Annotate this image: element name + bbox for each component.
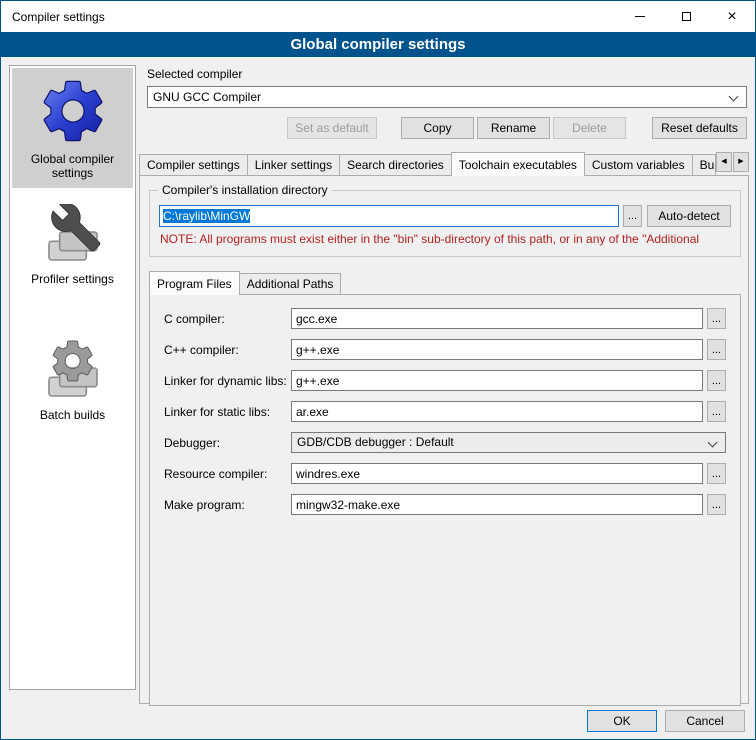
make-program-label: Make program: [164,498,291,512]
install-dir-selected-text: C:\raylib\MinGW [163,209,250,223]
close-icon: × [727,9,736,25]
field-row-debugger: Debugger: GDB/CDB debugger : Default [164,432,726,453]
install-dir-note: NOTE: All programs must exist either in … [160,232,731,246]
ok-button[interactable]: OK [587,710,657,732]
rename-button[interactable]: Rename [477,117,550,139]
make-program-input[interactable] [291,494,703,515]
maximize-button[interactable] [663,1,709,32]
resource-compiler-label: Resource compiler: [164,467,291,481]
chevron-down-icon [729,92,739,102]
linker-dynamic-browse-button[interactable]: ... [707,370,726,391]
field-row-make-program: Make program: ... [164,494,726,515]
tab-additional-paths[interactable]: Additional Paths [239,273,342,294]
gear-icon [14,74,131,148]
install-dir-browse-button[interactable]: ... [623,205,642,227]
program-tabs: Program Files Additional Paths [149,271,741,294]
field-row-c-compiler: C compiler: ... [164,308,726,329]
field-row-resource-compiler: Resource compiler: ... [164,463,726,484]
resource-compiler-input[interactable] [291,463,703,484]
c-compiler-label: C compiler: [164,312,291,326]
batch-builds-icon [14,340,131,404]
tab-scroll-buttons: ◀ ▶ [715,152,749,172]
window-controls: × [617,1,755,32]
linker-dynamic-input[interactable] [291,370,703,391]
sidebar-item-label: Global compiler settings [14,152,131,180]
close-button[interactable]: × [709,1,755,32]
tab-linker-settings[interactable]: Linker settings [247,154,340,175]
installation-directory-group-title: Compiler's installation directory [158,183,332,197]
field-row-linker-static: Linker for static libs: ... [164,401,726,422]
resource-compiler-browse-button[interactable]: ... [707,463,726,484]
arrow-right-icon: ▶ [738,158,743,165]
tab-custom-variables[interactable]: Custom variables [584,154,693,175]
linker-static-browse-button[interactable]: ... [707,401,726,422]
linker-static-input[interactable] [291,401,703,422]
settings-tabs: Compiler settings Linker settings Search… [139,152,749,175]
installation-directory-row: C:\raylib\MinGW ... Auto-detect [159,205,731,227]
dialog-footer: OK Cancel [587,710,745,732]
tab-scroll-left-button[interactable]: ◀ [716,152,732,172]
page-title: Global compiler settings [1,32,755,57]
titlebar: Compiler settings × [1,1,755,32]
set-as-default-button: Set as default [287,117,377,139]
sidebar-item-batch-builds[interactable]: Batch builds [12,334,133,430]
tab-compiler-settings[interactable]: Compiler settings [139,154,248,175]
minimize-icon [635,16,645,17]
program-files-panel: C compiler: ... C++ compiler: ... Linker… [149,294,741,706]
toolchain-executables-panel: Compiler's installation directory C:\ray… [139,175,749,704]
cpp-compiler-browse-button[interactable]: ... [707,339,726,360]
c-compiler-browse-button[interactable]: ... [707,308,726,329]
debugger-select[interactable]: GDB/CDB debugger : Default [291,432,726,453]
auto-detect-button[interactable]: Auto-detect [647,205,731,227]
debugger-label: Debugger: [164,436,291,450]
dialog-content: Global compiler settings Profiler settin… [1,57,755,740]
debugger-value: GDB/CDB debugger : Default [297,435,454,449]
sidebar-item-label: Batch builds [14,408,131,422]
installation-directory-group: Compiler's installation directory C:\ray… [149,190,741,257]
tab-search-directories[interactable]: Search directories [339,154,452,175]
sidebar-item-global-compiler-settings[interactable]: Global compiler settings [12,68,133,188]
compiler-actions: Set as default Copy Rename Delete Reset … [139,117,747,139]
linker-static-label: Linker for static libs: [164,405,291,419]
tab-toolchain-executables[interactable]: Toolchain executables [451,152,585,176]
sidebar-item-label: Profiler settings [14,272,131,286]
cancel-button[interactable]: Cancel [665,710,745,732]
field-row-linker-dynamic: Linker for dynamic libs: ... [164,370,726,391]
selected-compiler-value: GNU GCC Compiler [153,90,261,104]
make-program-browse-button[interactable]: ... [707,494,726,515]
selected-compiler-label: Selected compiler [147,67,749,81]
copy-button[interactable]: Copy [401,117,474,139]
compiler-settings-dialog: Compiler settings × Global compiler sett… [0,0,756,740]
install-dir-input[interactable]: C:\raylib\MinGW [159,205,619,227]
tab-build-options[interactable]: Build [692,154,716,175]
selected-compiler-dropdown[interactable]: GNU GCC Compiler [147,86,747,108]
window-title: Compiler settings [1,10,617,24]
arrow-left-icon: ◀ [721,158,726,165]
tab-program-files[interactable]: Program Files [149,271,240,295]
reset-defaults-button[interactable]: Reset defaults [652,117,747,139]
linker-dynamic-label: Linker for dynamic libs: [164,374,291,388]
settings-sidebar: Global compiler settings Profiler settin… [9,65,136,690]
tab-scroll-right-button[interactable]: ▶ [733,152,749,172]
maximize-icon [682,12,691,21]
cpp-compiler-label: C++ compiler: [164,343,291,357]
delete-button: Delete [553,117,626,139]
minimize-button[interactable] [617,1,663,32]
sidebar-item-profiler-settings[interactable]: Profiler settings [12,198,133,294]
profiler-icon [14,204,131,268]
field-row-cpp-compiler: C++ compiler: ... [164,339,726,360]
c-compiler-input[interactable] [291,308,703,329]
main-panel: Selected compiler GNU GCC Compiler Set a… [139,65,749,704]
cpp-compiler-input[interactable] [291,339,703,360]
chevron-down-icon [708,438,718,448]
